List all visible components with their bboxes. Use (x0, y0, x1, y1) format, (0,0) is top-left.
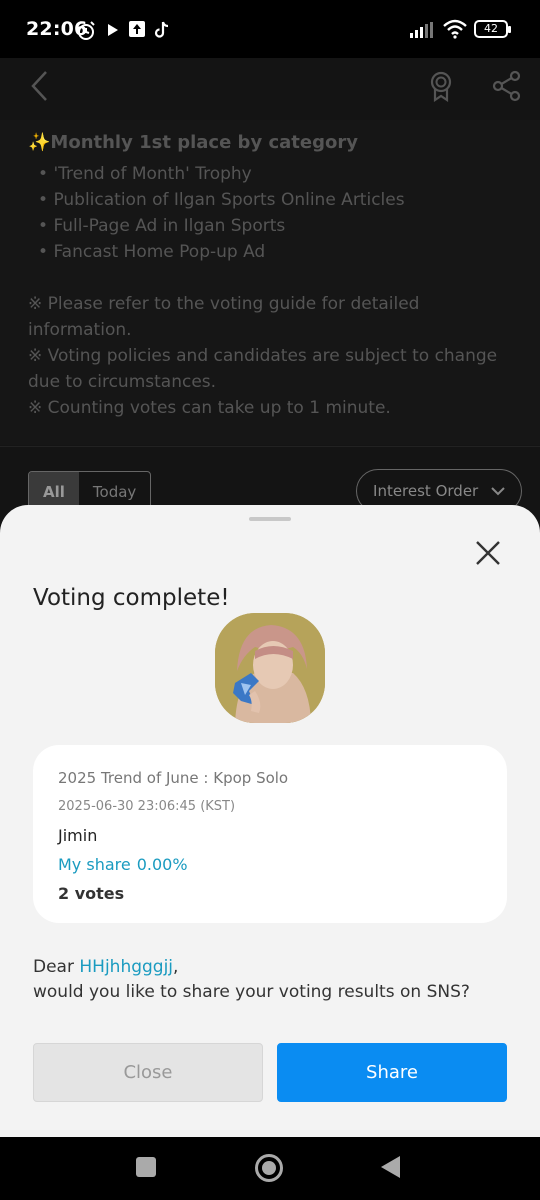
vote-count: 2 votes (58, 884, 125, 903)
greeting: Dear (33, 957, 80, 977)
greeting-comma: , (173, 957, 179, 977)
recents-button[interactable] (136, 1157, 156, 1177)
sheet-title: Voting complete! (33, 585, 230, 611)
note-counting: ※ Counting votes can take up to 1 minute… (28, 398, 391, 418)
info-heading-text: Monthly 1st place by category (50, 132, 358, 153)
info-heading: ✨Monthly 1st place by category (28, 132, 512, 153)
vote-result-card: 2025 Trend of June : Kpop Solo 2025-06-3… (33, 745, 507, 923)
list-item: Publication of Ilgan Sports Online Artic… (38, 187, 512, 213)
my-share-value: 0.00% (136, 855, 188, 874)
chevron-down-icon (491, 487, 505, 496)
info-section: ✨Monthly 1st place by category 'Trend of… (0, 120, 540, 445)
close-icon[interactable] (472, 537, 504, 569)
award-icon[interactable] (427, 70, 455, 102)
list-item: Fancast Home Pop-up Ad (38, 239, 512, 265)
wifi-icon (443, 19, 467, 39)
share-icon[interactable] (492, 70, 522, 102)
alarm-icon (77, 21, 95, 40)
close-button[interactable]: Close (33, 1043, 263, 1102)
note-policy: ※ Voting policies and candidates are sub… (28, 346, 498, 392)
home-button[interactable] (255, 1154, 283, 1182)
my-share-label: My share (58, 855, 131, 874)
tiktok-icon (154, 21, 169, 38)
candidate-name: Jimin (58, 826, 98, 845)
sparkle-icon: ✨ (28, 132, 51, 153)
vote-complete-sheet: Voting complete! 2025 Trend of June : Kp… (0, 505, 540, 1137)
signal-icon (410, 22, 433, 38)
event-title: 2025 Trend of June : Kpop Solo (58, 769, 289, 787)
list-item: 'Trend of Month' Trophy (38, 161, 512, 187)
note-guide: ※ Please refer to the voting guide for d… (28, 294, 420, 340)
app-bar (0, 58, 540, 120)
system-back-button[interactable] (381, 1156, 400, 1178)
share-prompt: Dear HHjhhgggjj, would you like to share… (33, 955, 513, 1005)
order-label: Interest Order (373, 482, 479, 500)
username: HHjhhgggjj (79, 957, 174, 977)
my-share: My share 0.00% (58, 855, 482, 874)
share-question: would you like to share your voting resu… (33, 982, 470, 1002)
candidate-photo (215, 613, 325, 723)
drag-handle[interactable] (249, 517, 291, 521)
upload-icon (129, 21, 145, 37)
share-button[interactable]: Share (277, 1043, 507, 1102)
benefit-list: 'Trend of Month' Trophy Publication of I… (28, 161, 512, 265)
avatar (215, 613, 325, 723)
play-icon (108, 24, 118, 36)
back-icon[interactable] (28, 70, 52, 102)
status-bar: 22:06 42 (0, 0, 540, 58)
vote-datetime: 2025-06-30 23:06:45 (KST) (58, 799, 236, 814)
battery-icon: 42 (474, 20, 511, 38)
list-item: Full-Page Ad in Ilgan Sports (38, 213, 512, 239)
battery-level: 42 (484, 22, 498, 35)
system-nav-bar (0, 1137, 540, 1200)
